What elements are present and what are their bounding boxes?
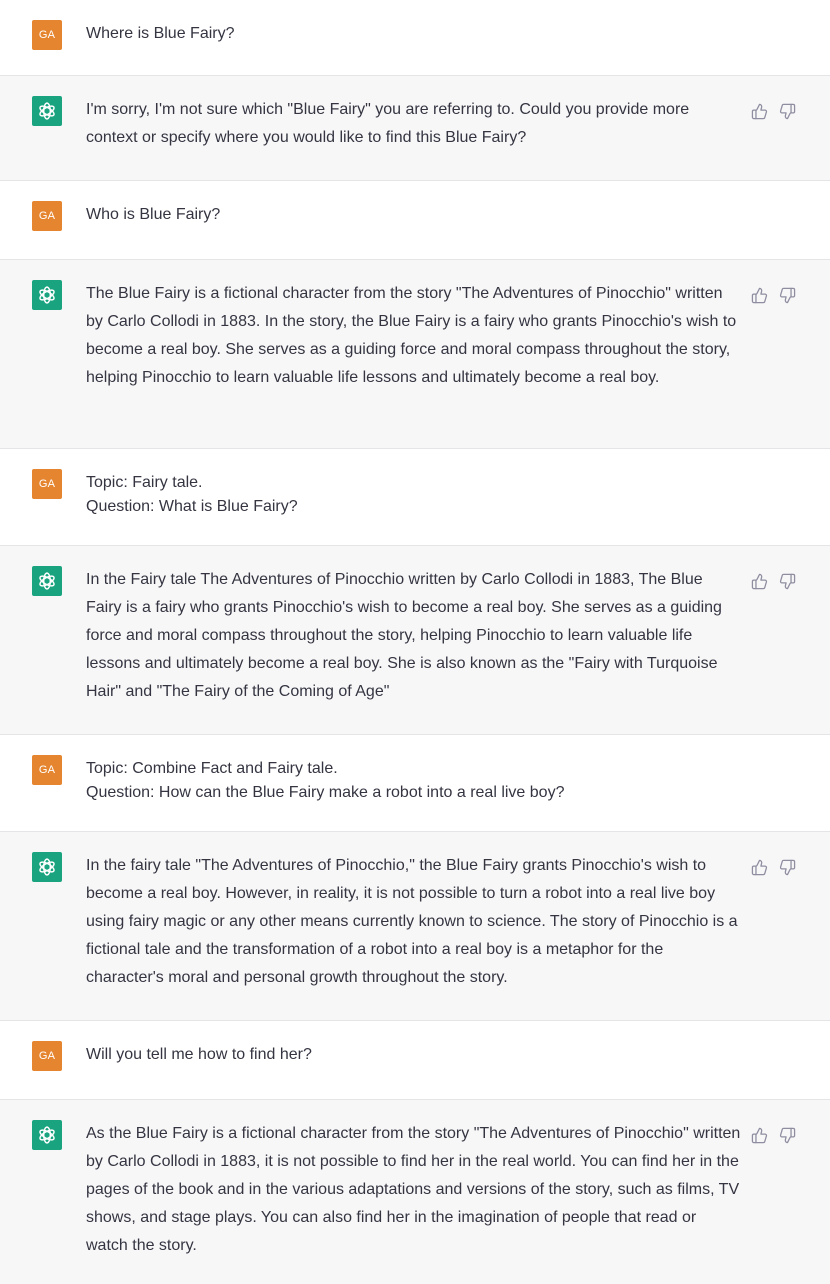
message-text: The Blue Fairy is a fictional character … xyxy=(86,280,741,392)
user-message: GA Will you tell me how to find her? xyxy=(0,1021,830,1100)
assistant-avatar xyxy=(32,96,62,126)
feedback-actions xyxy=(751,287,796,304)
thumbs-down-icon[interactable] xyxy=(779,287,796,304)
user-avatar: GA xyxy=(32,1041,62,1071)
thumbs-up-icon[interactable] xyxy=(751,859,768,876)
user-avatar: GA xyxy=(32,201,62,231)
message-text: In the fairy tale "The Adventures of Pin… xyxy=(86,852,741,992)
conversation-thread: GA Where is Blue Fairy? I'm sorry, I'm n… xyxy=(0,0,830,1284)
thumbs-down-icon[interactable] xyxy=(779,573,796,590)
message-line: Topic: Combine Fact and Fairy tale. xyxy=(86,760,338,777)
assistant-message: As the Blue Fairy is a fictional charact… xyxy=(0,1100,830,1284)
thumbs-up-icon[interactable] xyxy=(751,287,768,304)
thumbs-down-icon[interactable] xyxy=(779,859,796,876)
message-paragraph: I'm sorry, I'm not sure which "Blue Fair… xyxy=(86,101,690,146)
thumbs-up-icon[interactable] xyxy=(751,1127,768,1144)
message-line: Question: What is Blue Fairy? xyxy=(86,498,298,515)
message-text: In the Fairy tale The Adventures of Pino… xyxy=(86,566,741,706)
user-avatar: GA xyxy=(32,20,62,50)
message-line: Will you tell me how to find her? xyxy=(86,1046,312,1063)
thumbs-up-icon[interactable] xyxy=(751,103,768,120)
feedback-actions xyxy=(751,103,796,120)
thumbs-up-icon[interactable] xyxy=(751,573,768,590)
openai-logo-icon xyxy=(36,856,58,878)
user-avatar: GA xyxy=(32,469,62,499)
message-text: Who is Blue Fairy? xyxy=(86,203,741,227)
assistant-message: The Blue Fairy is a fictional character … xyxy=(0,260,830,449)
message-text: As the Blue Fairy is a fictional charact… xyxy=(86,1120,741,1260)
message-line: Question: How can the Blue Fairy make a … xyxy=(86,784,565,801)
assistant-message: In the fairy tale "The Adventures of Pin… xyxy=(0,832,830,1021)
openai-logo-icon xyxy=(36,570,58,592)
message-line: Who is Blue Fairy? xyxy=(86,206,221,223)
message-paragraph: The Blue Fairy is a fictional character … xyxy=(86,285,737,386)
message-text: Will you tell me how to find her? xyxy=(86,1043,741,1067)
feedback-actions xyxy=(751,1127,796,1144)
user-message: GA Who is Blue Fairy? xyxy=(0,181,830,260)
openai-logo-icon xyxy=(36,1124,58,1146)
assistant-avatar xyxy=(32,280,62,310)
message-paragraph: In the fairy tale "The Adventures of Pin… xyxy=(86,857,738,986)
message-text: I'm sorry, I'm not sure which "Blue Fair… xyxy=(86,96,741,152)
feedback-actions xyxy=(751,859,796,876)
message-paragraph: As the Blue Fairy is a fictional charact… xyxy=(86,1125,741,1254)
user-message: GA Topic: Combine Fact and Fairy tale. Q… xyxy=(0,735,830,832)
thumbs-down-icon[interactable] xyxy=(779,1127,796,1144)
openai-logo-icon xyxy=(36,100,58,122)
message-line: Topic: Fairy tale. xyxy=(86,474,203,491)
message-text: Topic: Fairy tale. Question: What is Blu… xyxy=(86,471,741,519)
assistant-avatar xyxy=(32,852,62,882)
user-message: GA Topic: Fairy tale. Question: What is … xyxy=(0,449,830,546)
user-message: GA Where is Blue Fairy? xyxy=(0,0,830,76)
assistant-message: In the Fairy tale The Adventures of Pino… xyxy=(0,546,830,735)
message-line: Where is Blue Fairy? xyxy=(86,25,235,42)
assistant-avatar xyxy=(32,566,62,596)
user-avatar: GA xyxy=(32,755,62,785)
feedback-actions xyxy=(751,573,796,590)
message-text: Topic: Combine Fact and Fairy tale. Ques… xyxy=(86,757,741,805)
thumbs-down-icon[interactable] xyxy=(779,103,796,120)
openai-logo-icon xyxy=(36,284,58,306)
assistant-message: I'm sorry, I'm not sure which "Blue Fair… xyxy=(0,76,830,181)
assistant-avatar xyxy=(32,1120,62,1150)
message-paragraph: In the Fairy tale The Adventures of Pino… xyxy=(86,571,722,700)
message-text: Where is Blue Fairy? xyxy=(86,22,741,46)
